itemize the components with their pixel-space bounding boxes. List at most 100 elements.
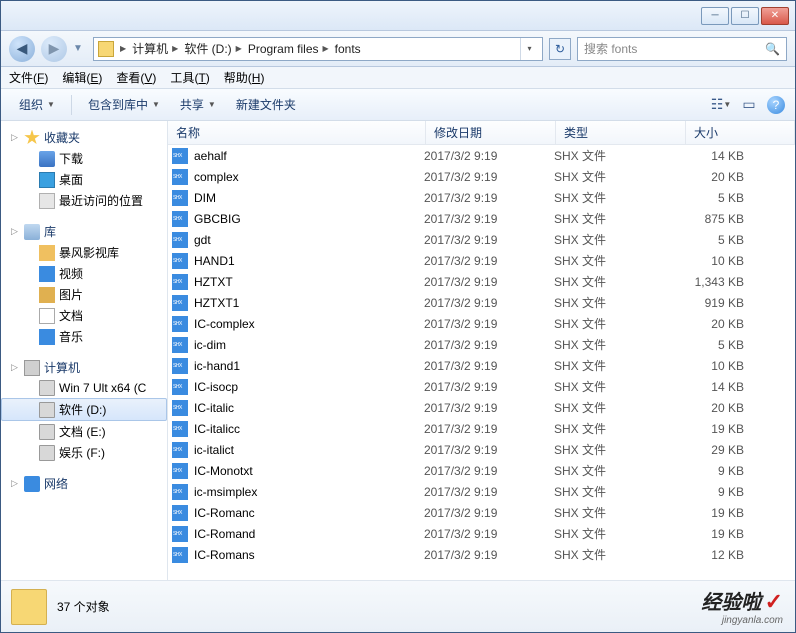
maximize-button[interactable]: ☐ <box>731 7 759 25</box>
back-button[interactable]: ◀ <box>9 36 35 62</box>
file-row[interactable]: IC-isocp2017/3/2 9:19SHX 文件14 KB <box>168 376 795 397</box>
help-button[interactable]: ? <box>767 96 785 114</box>
file-size: 14 KB <box>684 149 754 163</box>
file-row[interactable]: IC-italic2017/3/2 9:19SHX 文件20 KB <box>168 397 795 418</box>
file-row[interactable]: ic-italict2017/3/2 9:19SHX 文件29 KB <box>168 439 795 460</box>
tree-recent[interactable]: 最近访问的位置 <box>1 190 167 211</box>
file-size: 20 KB <box>684 170 754 184</box>
file-row[interactable]: complex2017/3/2 9:19SHX 文件20 KB <box>168 166 795 187</box>
view-mode-button[interactable]: ☷ ▼ <box>711 97 731 113</box>
file-name: IC-italic <box>194 401 234 415</box>
file-type: SHX 文件 <box>554 147 684 164</box>
new-folder-button[interactable]: 新建文件夹 <box>228 93 304 116</box>
tree-drive-f[interactable]: 娱乐 (F:) <box>1 442 167 463</box>
col-type[interactable]: 类型 <box>556 121 686 144</box>
file-name: IC-italicc <box>194 422 240 436</box>
file-row[interactable]: IC-Romans2017/3/2 9:19SHX 文件12 KB <box>168 544 795 565</box>
file-row[interactable]: IC-Romand2017/3/2 9:19SHX 文件19 KB <box>168 523 795 544</box>
file-name: IC-Monotxt <box>194 464 253 478</box>
file-row[interactable]: IC-complex2017/3/2 9:19SHX 文件20 KB <box>168 313 795 334</box>
tree-drive-c[interactable]: Win 7 Ult x64 (C <box>1 378 167 398</box>
shx-file-icon <box>172 295 188 311</box>
tree-documents[interactable]: 文档 <box>1 305 167 326</box>
tree-pictures[interactable]: 图片 <box>1 284 167 305</box>
tree-network[interactable]: ▷网络 <box>1 473 167 494</box>
col-name[interactable]: 名称 <box>168 121 426 144</box>
history-dropdown[interactable]: ▼ <box>73 43 87 54</box>
file-row[interactable]: HZTXT2017/3/2 9:19SHX 文件1,343 KB <box>168 271 795 292</box>
address-bar[interactable]: ▶ 计算机▶ 软件 (D:)▶ Program files▶ fonts ▾ <box>93 37 543 61</box>
breadcrumb-sep-icon[interactable]: ▶ <box>118 44 128 53</box>
file-size: 19 KB <box>684 527 754 541</box>
breadcrumb-programfiles[interactable]: Program files▶ <box>248 42 331 56</box>
menu-edit[interactable]: 编辑(E) <box>62 69 102 86</box>
menu-view[interactable]: 查看(V) <box>116 69 156 86</box>
shx-file-icon <box>172 379 188 395</box>
shx-file-icon <box>172 400 188 416</box>
file-row[interactable]: GBCBIG2017/3/2 9:19SHX 文件875 KB <box>168 208 795 229</box>
titlebar[interactable]: ─ ☐ ✕ <box>1 1 795 31</box>
search-input[interactable]: 搜索 fonts 🔍 <box>577 37 787 61</box>
breadcrumb-drive[interactable]: 软件 (D:)▶ <box>184 40 243 57</box>
forward-button[interactable]: ▶ <box>41 36 67 62</box>
file-size: 10 KB <box>684 359 754 373</box>
file-row[interactable]: ic-hand12017/3/2 9:19SHX 文件10 KB <box>168 355 795 376</box>
organize-button[interactable]: 组织 ▼ <box>11 93 63 116</box>
tree-computer[interactable]: ▷计算机 <box>1 357 167 378</box>
minimize-button[interactable]: ─ <box>701 7 729 25</box>
file-row[interactable]: IC-Monotxt2017/3/2 9:19SHX 文件9 KB <box>168 460 795 481</box>
file-date: 2017/3/2 9:19 <box>424 548 554 562</box>
tree-favorites[interactable]: ▷收藏夹 <box>1 127 167 148</box>
file-date: 2017/3/2 9:19 <box>424 275 554 289</box>
file-size: 20 KB <box>684 317 754 331</box>
file-list[interactable]: aehalf2017/3/2 9:19SHX 文件14 KBcomplex201… <box>168 145 795 580</box>
tree-desktop[interactable]: 桌面 <box>1 169 167 190</box>
file-row[interactable]: HZTXT12017/3/2 9:19SHX 文件919 KB <box>168 292 795 313</box>
col-size[interactable]: 大小 <box>686 121 795 144</box>
file-name: IC-Romanc <box>194 506 255 520</box>
file-type: SHX 文件 <box>554 420 684 437</box>
breadcrumb-computer[interactable]: 计算机▶ <box>132 40 180 57</box>
col-date[interactable]: 修改日期 <box>426 121 556 144</box>
file-row[interactable]: ic-dim2017/3/2 9:19SHX 文件5 KB <box>168 334 795 355</box>
tree-baofeng[interactable]: 暴风影视库 <box>1 242 167 263</box>
refresh-button[interactable]: ↻ <box>549 38 571 60</box>
file-row[interactable]: IC-italicc2017/3/2 9:19SHX 文件19 KB <box>168 418 795 439</box>
address-dropdown[interactable]: ▾ <box>520 38 538 60</box>
file-size: 19 KB <box>684 506 754 520</box>
file-row[interactable]: gdt2017/3/2 9:19SHX 文件5 KB <box>168 229 795 250</box>
file-row[interactable]: ic-msimplex2017/3/2 9:19SHX 文件9 KB <box>168 481 795 502</box>
file-date: 2017/3/2 9:19 <box>424 317 554 331</box>
file-name: ic-hand1 <box>194 359 240 373</box>
tree-videos[interactable]: 视频 <box>1 263 167 284</box>
watermark: 经验啦 ✓ jingyanla.com <box>701 586 783 626</box>
preview-pane-button[interactable]: ▭ <box>739 97 759 113</box>
toolbar: 组织 ▼ 包含到库中 ▼ 共享 ▼ 新建文件夹 ☷ ▼ ▭ ? <box>1 89 795 121</box>
file-row[interactable]: aehalf2017/3/2 9:19SHX 文件14 KB <box>168 145 795 166</box>
shx-file-icon <box>172 463 188 479</box>
file-date: 2017/3/2 9:19 <box>424 170 554 184</box>
file-type: SHX 文件 <box>554 399 684 416</box>
close-button[interactable]: ✕ <box>761 7 789 25</box>
menu-file[interactable]: 文件(F) <box>9 69 48 86</box>
breadcrumb-fonts[interactable]: fonts <box>335 42 361 56</box>
file-size: 14 KB <box>684 380 754 394</box>
menubar: 文件(F) 编辑(E) 查看(V) 工具(T) 帮助(H) <box>1 67 795 89</box>
file-row[interactable]: DIM2017/3/2 9:19SHX 文件5 KB <box>168 187 795 208</box>
tree-libraries[interactable]: ▷库 <box>1 221 167 242</box>
file-row[interactable]: HAND12017/3/2 9:19SHX 文件10 KB <box>168 250 795 271</box>
include-library-button[interactable]: 包含到库中 ▼ <box>80 93 168 116</box>
share-button[interactable]: 共享 ▼ <box>172 93 224 116</box>
menu-help[interactable]: 帮助(H) <box>224 69 265 86</box>
file-size: 12 KB <box>684 548 754 562</box>
tree-music[interactable]: 音乐 <box>1 326 167 347</box>
shx-file-icon <box>172 547 188 563</box>
menu-tools[interactable]: 工具(T) <box>170 69 209 86</box>
tree-downloads[interactable]: 下载 <box>1 148 167 169</box>
file-row[interactable]: IC-Romanc2017/3/2 9:19SHX 文件19 KB <box>168 502 795 523</box>
tree-drive-d[interactable]: 软件 (D:) <box>1 398 167 421</box>
search-icon[interactable]: 🔍 <box>765 42 780 56</box>
tree-drive-e[interactable]: 文档 (E:) <box>1 421 167 442</box>
nav-tree[interactable]: ▷收藏夹 下载 桌面 最近访问的位置 ▷库 暴风影视库 视频 图片 文档 音乐 … <box>1 121 168 580</box>
desktop-icon <box>39 172 55 188</box>
